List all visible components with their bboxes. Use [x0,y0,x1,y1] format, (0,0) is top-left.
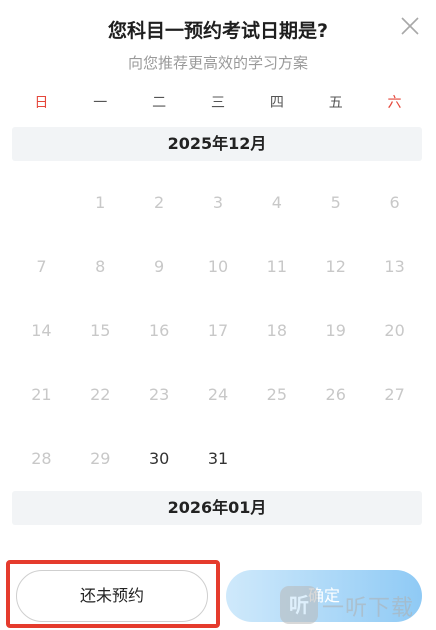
weekday-sat: 六 [387,95,402,111]
calendar-day: 5 [330,193,341,212]
calendar-day: 7 [36,257,47,276]
watermark-logo-icon: 听 [280,586,318,624]
calendar-day: 18 [266,321,288,340]
calendar-day: 13 [384,257,405,276]
calendar-day: 29 [90,449,111,468]
calendar-day: 19 [325,321,346,340]
calendar-day: 6 [389,193,400,212]
calendar-day: 2 [154,193,165,212]
weekday-wed: 三 [210,95,225,111]
calendar-day: 28 [31,449,52,468]
calendar-day: 16 [148,321,170,340]
calendar-day: 20 [384,321,405,340]
watermark-logo-glyph: 听 [289,593,309,617]
weekday-fri: 五 [328,95,343,111]
calendar-day: 3 [212,193,224,212]
watermark: 听 一听下载 [280,586,436,626]
weekday-sun: 日 [34,95,49,111]
calendar-day: 10 [207,257,229,276]
month-header-jan-2026: 2026年01月 [12,491,422,525]
not-booked-button[interactable]: 还未预约 [16,570,208,622]
calendar-day: 8 [95,257,106,276]
calendar-day: 23 [148,385,170,404]
dialog-subtitle: 向您推荐更高效的学习方案 [127,54,308,72]
close-icon[interactable] [396,12,424,40]
month-header-dec-2025: 2025年12月 [12,127,422,161]
calendar-day: 9 [154,257,165,276]
calendar-day: 27 [384,385,405,404]
calendar-day: 14 [31,321,52,340]
calendar-day: 17 [207,321,229,340]
calendar-day: 26 [325,385,346,404]
weekday-thu: 四 [269,95,284,111]
calendar-day: 15 [90,321,111,340]
weekday-mon: 一 [93,95,108,111]
calendar-day: 12 [325,257,346,276]
calendar-day: 11 [266,257,288,276]
calendar-day: 24 [207,385,229,404]
calendar-day: 25 [266,385,288,404]
calendar-day: 1 [95,193,106,212]
calendar-day: 4 [271,193,282,212]
date-picker-sheet: 您科目一预约考试日期是? 向您推荐更高效的学习方案 日 一 二 三 四 五 六 … [0,0,436,630]
calendar-day: 21 [31,385,52,404]
calendar-day: 22 [90,385,111,404]
dialog-title: 您科目一预约考试日期是? [107,20,329,42]
calendar-day[interactable]: 30 [130,427,189,491]
day-grid: 1 2 3 4 5 6 7 8 9 10 11 12 13 14 15 16 17 18 19 20 21 22 23 24 2… [12,171,424,491]
watermark-text: 一听下载 [322,596,415,621]
calendar-day[interactable]: 31 [189,427,248,491]
weekday-tue: 二 [152,95,167,111]
weekday-header: 日 一 二 三 四 五 六 [12,92,424,116]
